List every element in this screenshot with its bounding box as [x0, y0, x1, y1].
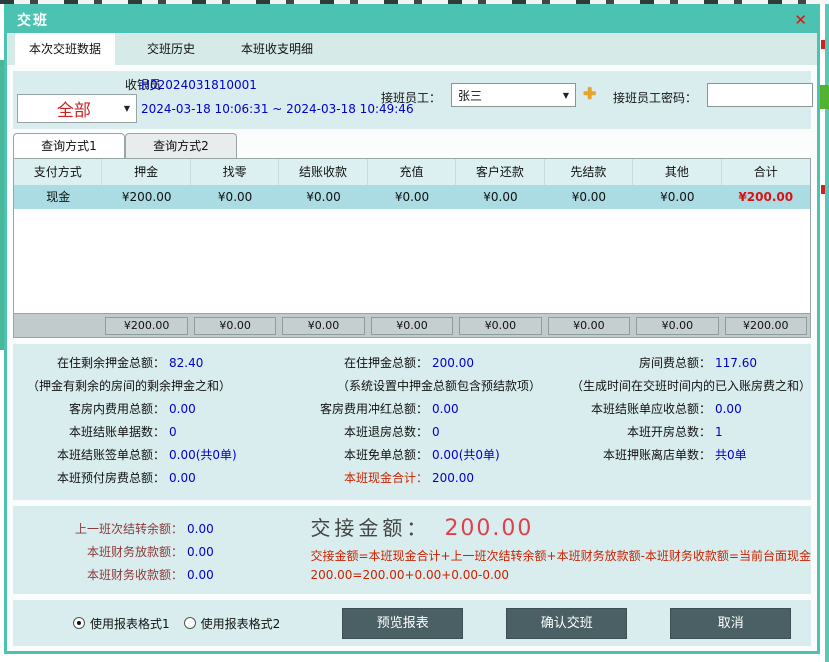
summary-credit-departure-count: 本班押账离店单数： 共0单	[541, 443, 811, 466]
cell-payment-method: 现金	[14, 185, 102, 209]
cashier-selected-value: 全部	[24, 96, 124, 121]
cell-recharge: ¥0.00	[368, 185, 456, 209]
total-change: ¥0.00	[194, 317, 276, 335]
table-row-cash[interactable]: 现金 ¥200.00 ¥0.00 ¥0.00 ¥0.00 ¥0.00 ¥0.00…	[14, 185, 810, 209]
handover-calculation: 200.00=200.00+0.00+0.00-0.00	[310, 568, 811, 582]
background-red-mark	[821, 40, 825, 49]
confirm-handover-button[interactable]: 确认交班	[506, 608, 627, 639]
preview-report-button[interactable]: 预览报表	[342, 608, 463, 639]
total-other: ¥0.00	[636, 317, 718, 335]
action-buttons: 预览报表 确认交班 取消	[342, 608, 791, 639]
handover-amount-block: 交接金额： 200.00 交接金额=本班现金合计+上一班次结转余额+本班财务放款…	[298, 506, 811, 594]
handover-panel: 上一班次结转余额： 0.00 本班财务放款额： 0.00 本班财务收款额： 0.…	[13, 506, 811, 594]
payment-table-header: 支付方式 押金 找零 结账收款 充值 客户还款 先结款 其他 合计	[14, 159, 810, 185]
cell-total: ¥200.00	[722, 185, 810, 209]
previous-shift-balance: 上一班次结转余额： 0.00	[13, 517, 298, 540]
summary-prepaid-room-fee: 本班预付房费总额： 0.00	[13, 466, 273, 489]
successor-select[interactable]: 张三 ▼	[451, 83, 576, 107]
summary-free-bill-total: 本班免单总额： 0.00(共0单)	[273, 443, 541, 466]
summary-note: （押金有剩余的房间的剩余押金之和）	[13, 374, 273, 397]
summary-bill-count: 本班结账单据数： 0	[13, 420, 273, 443]
total-recharge: ¥0.00	[371, 317, 453, 335]
shift-summary-panel: 在住剩余押金总额： 82.40 在住押金总额： 200.00 房间费总额： 11…	[13, 344, 811, 500]
summary-checkin-count: 本班开房总数： 1	[541, 420, 811, 443]
cell-presettle: ¥0.00	[545, 185, 633, 209]
summary-cash-total: 本班现金合计： 200.00	[273, 466, 541, 489]
successor-label: 接班员工：	[381, 89, 441, 106]
column-header-recharge[interactable]: 充值	[368, 159, 456, 185]
chevron-down-icon: ▼	[124, 104, 130, 113]
summary-room-fee-reversal: 客房费用冲红总额： 0.00	[273, 397, 541, 420]
total-checkout-receipts: ¥0.00	[282, 317, 364, 335]
summary-receivable-total: 本班结账单应收总额： 0.00	[541, 397, 811, 420]
screen: 交班 ✕ 本次交班数据 交班历史 本班收支明细 收银员 全部 ▼ H020240…	[0, 0, 829, 662]
summary-room-fee-total: 房间费总额： 117.60	[541, 351, 811, 374]
chevron-down-icon: ▼	[563, 91, 569, 100]
cell-other: ¥0.00	[633, 185, 721, 209]
radio-icon[interactable]	[73, 617, 85, 629]
footer-bar: 使用报表格式1 使用报表格式2 预览报表 确认交班 取消	[13, 600, 811, 646]
dialog-body: 本次交班数据 交班历史 本班收支明细 收银员 全部 ▼ H02024031810…	[7, 33, 817, 651]
query-mode-tabs: 查询方式1 查询方式2	[13, 133, 237, 158]
summary-remaining-deposit: 在住剩余押金总额： 82.40	[13, 351, 273, 374]
report-format-radios: 使用报表格式1 使用报表格式2	[73, 615, 294, 632]
main-tab-bar: 本次交班数据 交班历史 本班收支明细	[7, 33, 817, 65]
summary-inhouse-deposit: 在住押金总额： 200.00	[273, 351, 541, 374]
tab-query-mode-1[interactable]: 查询方式1	[13, 133, 125, 158]
tab-current-shift-data[interactable]: 本次交班数据	[15, 33, 115, 65]
summary-note: （系统设置中押金总额包含预结款项）	[273, 374, 541, 397]
summary-room-expense: 客房内费用总额： 0.00	[13, 397, 273, 420]
dialog-title: 交班	[17, 10, 49, 30]
column-header-other[interactable]: 其他	[633, 159, 721, 185]
column-header-change[interactable]: 找零	[191, 159, 279, 185]
radio-icon[interactable]	[184, 617, 196, 629]
shift-info-panel: 收银员 全部 ▼ H02024031810001 2024-03-18 10:0…	[13, 71, 811, 129]
summary-empty-cell	[541, 466, 811, 489]
successor-password-input[interactable]	[707, 83, 813, 107]
add-employee-icon[interactable]: ✚	[583, 84, 596, 103]
cell-deposit: ¥200.00	[102, 185, 190, 209]
payment-table: 支付方式 押金 找零 结账收款 充值 客户还款 先结款 其他 合计 现金 ¥20…	[13, 158, 811, 338]
successor-selected-value: 张三	[458, 87, 563, 104]
total-grand: ¥200.00	[725, 317, 807, 335]
handover-amount: 交接金额： 200.00	[310, 512, 811, 541]
radio-report-format-1[interactable]: 使用报表格式1	[73, 615, 170, 632]
close-icon[interactable]: ✕	[794, 13, 807, 28]
summary-checkout-count: 本班退房总数： 0	[273, 420, 541, 443]
table-empty-area	[14, 209, 810, 313]
column-header-presettle[interactable]: 先结款	[545, 159, 633, 185]
handover-balances: 上一班次结转余额： 0.00 本班财务放款额： 0.00 本班财务收款额： 0.…	[13, 506, 298, 594]
shift-number: H02024031810001	[141, 78, 257, 92]
column-header-checkout-receipts[interactable]: 结账收款	[279, 159, 367, 185]
total-deposit: ¥200.00	[105, 317, 187, 335]
finance-loan-amount: 本班财务放款额： 0.00	[13, 540, 298, 563]
column-header-payment-method[interactable]: 支付方式	[14, 159, 102, 185]
shift-time-range: 2024-03-18 10:06:31 ~ 2024-03-18 10:49:4…	[141, 102, 414, 116]
successor-password-label: 接班员工密码：	[613, 89, 697, 106]
total-customer-repayment: ¥0.00	[459, 317, 541, 335]
cell-change: ¥0.00	[191, 185, 279, 209]
tab-query-mode-2[interactable]: 查询方式2	[125, 133, 237, 158]
column-header-customer-repayment[interactable]: 客户还款	[456, 159, 544, 185]
shift-handover-dialog: 交班 ✕ 本次交班数据 交班历史 本班收支明细 收银员 全部 ▼ H020240…	[4, 4, 820, 654]
total-presettle: ¥0.00	[548, 317, 630, 335]
cancel-button[interactable]: 取消	[670, 608, 791, 639]
column-header-deposit[interactable]: 押金	[102, 159, 190, 185]
summary-signed-bill-total: 本班结账签单总额： 0.00(共0单)	[13, 443, 273, 466]
tab-shift-income-detail[interactable]: 本班收支明细	[227, 33, 327, 65]
finance-collect-amount: 本班财务收款额： 0.00	[13, 563, 298, 586]
background-green-block	[820, 85, 829, 109]
radio-report-format-2[interactable]: 使用报表格式2	[184, 615, 281, 632]
table-totals-row: ¥200.00 ¥0.00 ¥0.00 ¥0.00 ¥0.00 ¥0.00 ¥0…	[14, 313, 810, 337]
cell-customer-repayment: ¥0.00	[456, 185, 544, 209]
cashier-select[interactable]: 全部 ▼	[17, 94, 137, 123]
summary-note: （生成时间在交班时间内的已入账房费之和）	[541, 374, 811, 397]
handover-formula: 交接金额=本班现金合计+上一班次结转余额+本班财务放款额-本班财务收款额=当前台…	[310, 547, 811, 564]
dialog-titlebar[interactable]: 交班 ✕	[7, 7, 817, 33]
cell-checkout-receipts: ¥0.00	[279, 185, 367, 209]
tab-shift-history[interactable]: 交班历史	[133, 33, 209, 65]
background-right-strip	[820, 4, 829, 662]
background-red-mark	[821, 185, 825, 194]
column-header-total[interactable]: 合计	[722, 159, 810, 185]
